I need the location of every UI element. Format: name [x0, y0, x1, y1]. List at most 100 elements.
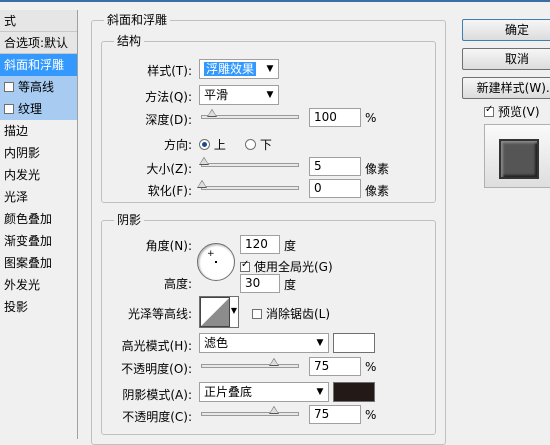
size-unit: 像素 — [365, 162, 390, 176]
angle-dial[interactable]: + — [197, 243, 235, 281]
soften-input[interactable]: 0 — [309, 179, 361, 198]
highlight-opacity-input[interactable]: 75 — [309, 357, 361, 376]
style-list-item[interactable]: 描边 — [0, 120, 77, 142]
style-list-item[interactable]: 纹理 — [0, 98, 77, 120]
style-list-item[interactable]: 斜面和浮雕 — [0, 54, 77, 76]
shadow-mode-value: 正片叠底 — [204, 385, 253, 399]
direction-down-option[interactable]: 下 — [245, 136, 272, 153]
chevron-down-icon: ▼ — [266, 64, 274, 74]
highlight-opacity-thumb[interactable] — [269, 358, 279, 366]
direction-down-radio[interactable] — [245, 139, 256, 150]
highlight-opacity-slider[interactable] — [201, 358, 299, 368]
direction-label: 方向: — [163, 138, 192, 152]
antialias-option[interactable]: 消除锯齿(L) — [252, 305, 330, 322]
global-light-checkbox[interactable] — [240, 259, 250, 272]
ok-button[interactable]: 确定 — [462, 19, 550, 41]
highlight-opacity-label: 不透明度(O): — [121, 362, 192, 376]
style-list-checkbox[interactable] — [4, 82, 14, 92]
technique-label: 方法(Q): — [145, 90, 192, 104]
highlight-opacity-unit: % — [365, 360, 377, 374]
soften-slider-thumb[interactable] — [197, 180, 207, 188]
style-list-item[interactable]: 图案叠加 — [0, 252, 77, 274]
style-list-label: 投影 — [4, 300, 29, 314]
technique-dropdown-value: 平滑 — [204, 88, 229, 102]
style-dropdown[interactable]: 浮雕效果 ▼ — [199, 59, 279, 79]
style-label: 样式(T): — [147, 64, 192, 78]
shadow-mode-label: 阴影模式(A): — [122, 388, 192, 402]
depth-unit: % — [365, 111, 377, 125]
style-list-item[interactable]: 渐变叠加 — [0, 230, 77, 252]
depth-slider-thumb[interactable] — [206, 109, 217, 117]
shadow-opacity-thumb[interactable] — [269, 406, 279, 414]
crosshair-icon: + — [207, 249, 215, 259]
highlight-mode-value: 滤色 — [204, 336, 229, 350]
shadow-opacity-label: 不透明度(C): — [122, 410, 192, 424]
size-label: 大小(Z): — [146, 162, 192, 176]
style-list-item[interactable]: 内阴影 — [0, 142, 77, 164]
cancel-button[interactable]: 取消 — [462, 48, 550, 70]
style-list-label: 斜面和浮雕 — [4, 58, 65, 72]
depth-input[interactable]: 100 — [309, 108, 361, 127]
shading-title: 阴影 — [114, 213, 145, 227]
shadow-opacity-input[interactable]: 75 — [309, 405, 361, 424]
style-list-label: 合选项:默认 — [4, 36, 69, 50]
style-list-label: 光泽 — [4, 190, 29, 204]
shadow-opacity-slider[interactable] — [201, 406, 299, 416]
style-list-label: 颜色叠加 — [4, 212, 53, 226]
style-list-checkbox[interactable] — [4, 104, 14, 114]
style-list-item[interactable]: 合选项:默认 — [0, 32, 77, 54]
style-list-label: 内发光 — [4, 168, 41, 182]
altitude-label: 高度: — [163, 277, 192, 291]
preview-option[interactable]: 预览(V) — [484, 103, 540, 120]
soften-unit: 像素 — [365, 184, 390, 198]
shadow-color-swatch[interactable] — [333, 382, 375, 402]
gloss-contour-picker[interactable]: ▼ — [199, 296, 239, 328]
new-style-button[interactable]: 新建样式(W)... — [462, 77, 550, 99]
size-slider-thumb[interactable] — [198, 157, 209, 165]
antialias-checkbox[interactable] — [252, 309, 262, 319]
angle-unit: 度 — [284, 239, 297, 253]
preview-checkbox[interactable] — [484, 104, 494, 117]
direction-up-option[interactable]: 上 — [199, 136, 226, 153]
soften-label: 软化(F): — [147, 184, 192, 198]
style-list-item[interactable]: 等高线 — [0, 76, 77, 98]
angle-input[interactable]: 120 — [240, 235, 280, 254]
angle-dial-center — [215, 261, 217, 263]
technique-dropdown[interactable]: 平滑 ▼ — [199, 85, 279, 105]
global-light-label: 使用全局光(G) — [254, 260, 333, 274]
style-list-label: 图案叠加 — [4, 256, 53, 270]
style-list-label: 内阴影 — [4, 146, 41, 160]
chevron-down-icon: ▼ — [316, 387, 324, 397]
preview-swatch — [499, 139, 539, 179]
style-list-item[interactable]: 光泽 — [0, 186, 77, 208]
chevron-down-icon: ▼ — [266, 90, 274, 100]
style-list-item[interactable]: 投影 — [0, 296, 77, 318]
style-list-label: 外发光 — [4, 278, 41, 292]
shadow-mode-dropdown[interactable]: 正片叠底 ▼ — [199, 382, 329, 402]
style-list-item[interactable]: 式 — [0, 10, 77, 32]
size-slider[interactable] — [198, 157, 299, 167]
angle-label: 角度(N): — [145, 239, 192, 253]
style-list-item[interactable]: 内发光 — [0, 164, 77, 186]
shadow-opacity-unit: % — [365, 408, 377, 422]
preview-label: 预览(V) — [498, 105, 540, 119]
highlight-color-swatch[interactable] — [333, 333, 375, 353]
antialias-label: 消除锯齿(L) — [266, 307, 331, 321]
window-top-edge — [0, 0, 550, 2]
direction-up-radio[interactable] — [199, 139, 210, 150]
size-input[interactable]: 5 — [309, 157, 361, 176]
contour-preview-icon — [200, 297, 230, 327]
altitude-input[interactable]: 30 — [240, 274, 280, 293]
preview-thumbnail — [484, 124, 550, 188]
depth-slider[interactable] — [201, 109, 299, 119]
style-list-label: 渐变叠加 — [4, 234, 53, 248]
global-light-option[interactable]: 使用全局光(G) — [240, 258, 333, 275]
style-list-label: 纹理 — [18, 102, 43, 116]
chevron-down-icon: ▼ — [230, 306, 237, 315]
style-list-item[interactable]: 外发光 — [0, 274, 77, 296]
highlight-mode-dropdown[interactable]: 滤色 ▼ — [199, 333, 329, 353]
direction-up-label: 上 — [213, 138, 226, 152]
bevel-emboss-title: 斜面和浮雕 — [104, 13, 171, 27]
soften-slider[interactable] — [197, 180, 299, 190]
style-list-item[interactable]: 颜色叠加 — [0, 208, 77, 230]
